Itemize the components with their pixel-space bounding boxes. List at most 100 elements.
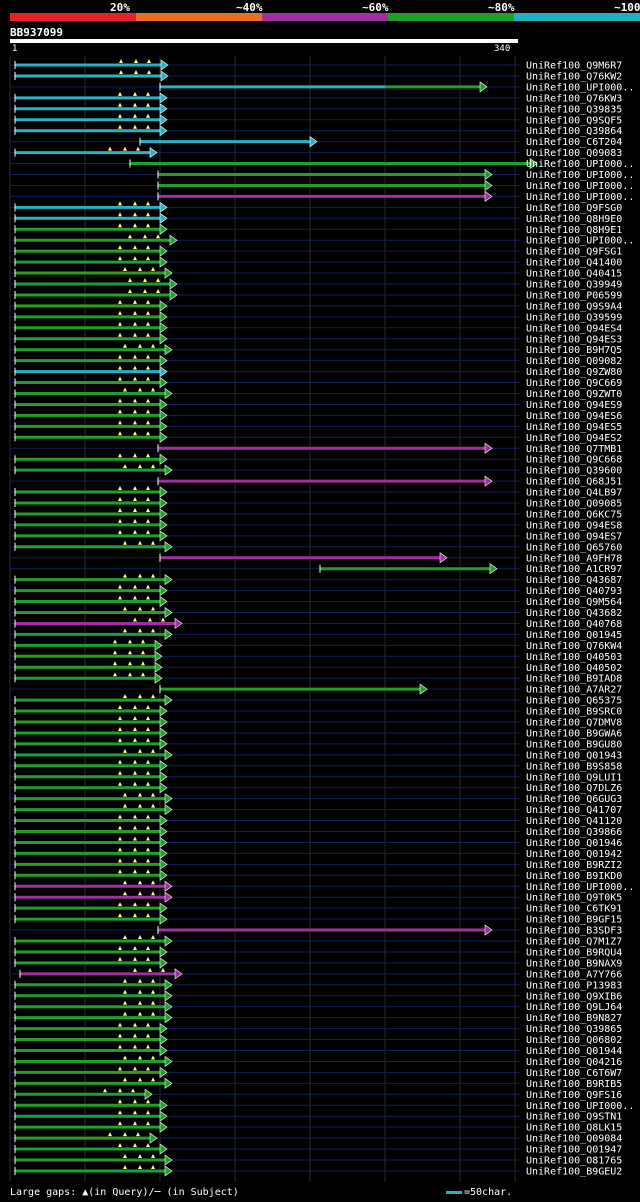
hit-label[interactable]: UniRef100_B9GWA6 <box>526 728 622 739</box>
hit-label[interactable]: UniRef100_Q94ES7 <box>526 531 622 542</box>
hit-label[interactable]: UniRef100_B9IKD0 <box>526 871 622 882</box>
hit-label[interactable]: UniRef100_Q39599 <box>526 312 622 323</box>
hit-label[interactable]: UniRef100_UPI000.. <box>526 170 634 181</box>
hit-label[interactable]: UniRef100_B9RIB5 <box>526 1079 622 1090</box>
hit-label[interactable]: UniRef100_Q7DMV8 <box>526 718 622 729</box>
hit-label[interactable]: UniRef100_B9GF15 <box>526 915 622 926</box>
hit-label[interactable]: UniRef100_Q40768 <box>526 619 622 630</box>
hit-label[interactable]: UniRef100_Q41707 <box>526 805 622 816</box>
hit-label[interactable]: UniRef100_B9H7Q5 <box>526 345 622 356</box>
hit-label[interactable]: UniRef100_Q9LUI1 <box>526 772 622 783</box>
hit-label[interactable]: UniRef100_B9NAX9 <box>526 958 622 969</box>
hit-label[interactable]: UniRef100_A7Y766 <box>526 969 622 980</box>
hit-label[interactable]: UniRef100_Q9ZW80 <box>526 367 622 378</box>
hit-label[interactable]: UniRef100_Q01942 <box>526 849 622 860</box>
hit-label[interactable]: UniRef100_Q4LB97 <box>526 488 622 499</box>
hit-label[interactable]: UniRef100_Q8H9E1 <box>526 225 622 236</box>
hit-label[interactable]: UniRef100_Q40502 <box>526 663 622 674</box>
hit-label[interactable]: UniRef100_Q9FS16 <box>526 1090 622 1101</box>
hit-label[interactable]: UniRef100_Q6KC75 <box>526 509 622 520</box>
hit-label[interactable]: UniRef100_Q09082 <box>526 356 622 367</box>
hit-label[interactable]: UniRef100_Q65375 <box>526 696 622 707</box>
hit-label[interactable]: UniRef100_B9GEU2 <box>526 1166 622 1177</box>
hit-label[interactable]: UniRef100_Q65760 <box>526 542 622 553</box>
hit-label[interactable]: UniRef100_B9N827 <box>526 1013 622 1024</box>
hit-label[interactable]: UniRef100_Q9T0K5 <box>526 893 622 904</box>
hit-label[interactable]: UniRef100_Q09083 <box>526 148 622 159</box>
hit-label[interactable]: UniRef100_Q7DLZ6 <box>526 783 622 794</box>
hit-label[interactable]: UniRef100_Q9M564 <box>526 597 622 608</box>
hit-label[interactable]: UniRef100_B3SDF3 <box>526 926 622 937</box>
hit-label[interactable]: UniRef100_Q01946 <box>526 838 622 849</box>
hit-label[interactable]: UniRef100_UPI000.. <box>526 192 634 203</box>
hit-label[interactable]: UniRef100_A1CR97 <box>526 564 622 575</box>
hit-label[interactable]: UniRef100_Q9M6R7 <box>526 61 622 72</box>
hit-label[interactable]: UniRef100_Q9STN1 <box>526 1112 622 1123</box>
hit-label[interactable]: UniRef100_Q9XIB6 <box>526 991 622 1002</box>
hit-label[interactable]: UniRef100_Q7TMB1 <box>526 444 622 455</box>
hit-label[interactable]: UniRef100_Q9S9A4 <box>526 301 622 312</box>
hit-label[interactable]: UniRef100_Q9LJ64 <box>526 1002 622 1013</box>
hit-label[interactable]: UniRef100_Q09084 <box>526 1134 622 1145</box>
hit-label[interactable]: UniRef100_UPI000.. <box>526 159 634 170</box>
hit-label[interactable]: UniRef100_B9IAD8 <box>526 674 622 685</box>
hit-label[interactable]: UniRef100_Q7M1Z7 <box>526 937 622 948</box>
hit-label[interactable]: UniRef100_UPI000.. <box>526 236 634 247</box>
hit-label[interactable]: UniRef100_O81765 <box>526 1156 622 1167</box>
hit-label[interactable]: UniRef100_Q94ES9 <box>526 400 622 411</box>
hit-label[interactable]: UniRef100_UPI000.. <box>526 1101 634 1112</box>
hit-label[interactable]: UniRef100_Q94ES4 <box>526 323 622 334</box>
hit-label[interactable]: UniRef100_B9RQU4 <box>526 947 622 958</box>
hit-label[interactable]: UniRef100_Q40793 <box>526 586 622 597</box>
hit-label[interactable]: UniRef100_Q01944 <box>526 1046 622 1057</box>
hit-label[interactable]: UniRef100_Q8LK15 <box>526 1123 622 1134</box>
hit-label[interactable]: UniRef100_Q76KW3 <box>526 93 622 104</box>
hit-label[interactable]: UniRef100_Q39866 <box>526 827 622 838</box>
hit-label[interactable]: UniRef100_Q9ZWT0 <box>526 389 622 400</box>
hit-label[interactable]: UniRef100_Q9FSG1 <box>526 247 622 258</box>
hit-label[interactable]: UniRef100_Q01947 <box>526 1145 622 1156</box>
hit-label[interactable]: UniRef100_Q94ES6 <box>526 411 622 422</box>
hit-label[interactable]: UniRef100_A9FH78 <box>526 553 622 564</box>
hit-label[interactable]: UniRef100_Q94ES8 <box>526 520 622 531</box>
hit-label[interactable]: UniRef100_P13983 <box>526 980 622 991</box>
hit-label[interactable]: UniRef100_Q9C668 <box>526 455 622 466</box>
hit-label[interactable]: UniRef100_UPI000.. <box>526 882 634 893</box>
hit-label[interactable]: UniRef100_Q94ES2 <box>526 433 622 444</box>
hit-label[interactable]: UniRef100_P06599 <box>526 290 622 301</box>
hit-label[interactable]: UniRef100_Q40503 <box>526 652 622 663</box>
hit-label[interactable]: UniRef100_Q8H9E0 <box>526 214 622 225</box>
hit-label[interactable]: UniRef100_Q43687 <box>526 575 622 586</box>
hit-label[interactable]: UniRef100_Q01945 <box>526 630 622 641</box>
hit-label[interactable]: UniRef100_UPI000.. <box>526 181 634 192</box>
hit-label[interactable]: UniRef100_A7AR27 <box>526 685 622 696</box>
hit-label[interactable]: UniRef100_UPI000.. <box>526 82 634 93</box>
hit-label[interactable]: UniRef100_B9SRC0 <box>526 707 622 718</box>
hit-label[interactable]: UniRef100_Q68J51 <box>526 477 622 488</box>
hit-label[interactable]: UniRef100_B9S858 <box>526 761 622 772</box>
hit-label[interactable]: UniRef100_Q41120 <box>526 816 622 827</box>
hit-label[interactable]: UniRef100_C6T204 <box>526 137 622 148</box>
hit-label[interactable]: UniRef100_Q39865 <box>526 1024 622 1035</box>
hit-label[interactable]: UniRef100_Q39835 <box>526 104 622 115</box>
hit-label[interactable]: UniRef100_Q9C669 <box>526 378 622 389</box>
hit-label[interactable]: UniRef100_Q40415 <box>526 269 622 280</box>
hit-label[interactable]: UniRef100_Q6GUG3 <box>526 794 622 805</box>
hit-label[interactable]: UniRef100_Q39864 <box>526 126 622 137</box>
hit-label[interactable]: UniRef100_C6TK91 <box>526 904 622 915</box>
hit-label[interactable]: UniRef100_Q94ES3 <box>526 334 622 345</box>
hit-label[interactable]: UniRef100_Q09085 <box>526 499 622 510</box>
hit-label[interactable]: UniRef100_Q9SQF5 <box>526 115 622 126</box>
hit-label[interactable]: UniRef100_Q43682 <box>526 608 622 619</box>
hit-label[interactable]: UniRef100_Q76KW4 <box>526 641 622 652</box>
hit-label[interactable]: UniRef100_Q04216 <box>526 1057 622 1068</box>
hit-label[interactable]: UniRef100_Q06802 <box>526 1035 622 1046</box>
hit-label[interactable]: UniRef100_Q9FSG0 <box>526 203 622 214</box>
hit-label[interactable]: UniRef100_Q76KW2 <box>526 71 622 82</box>
hit-label[interactable]: UniRef100_B9RZI2 <box>526 860 622 871</box>
hit-label[interactable]: UniRef100_Q41400 <box>526 258 622 269</box>
hit-label[interactable]: UniRef100_C6T6W7 <box>526 1068 622 1079</box>
hit-label[interactable]: UniRef100_Q01943 <box>526 750 622 761</box>
hit-label[interactable]: UniRef100_Q39600 <box>526 466 622 477</box>
hit-label[interactable]: UniRef100_Q94ES5 <box>526 422 622 433</box>
